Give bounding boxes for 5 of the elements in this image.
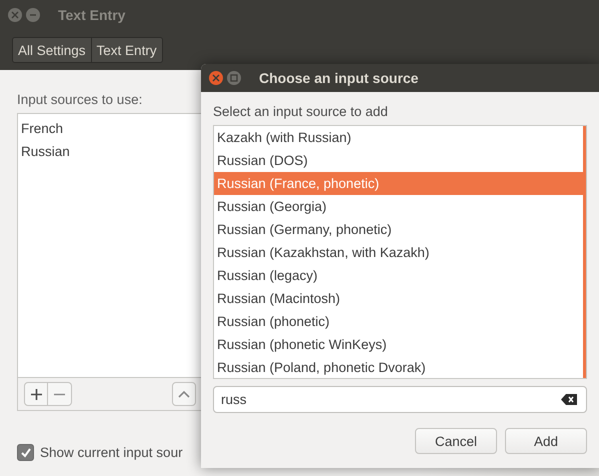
dialog-prompt: Select an input source to add	[213, 104, 388, 119]
checkbox-label: Show current input sour	[40, 445, 183, 460]
section-label: Input sources to use:	[17, 92, 142, 107]
dialog-title: Choose an input source	[259, 70, 418, 86]
window-title: Text Entry	[58, 7, 126, 23]
